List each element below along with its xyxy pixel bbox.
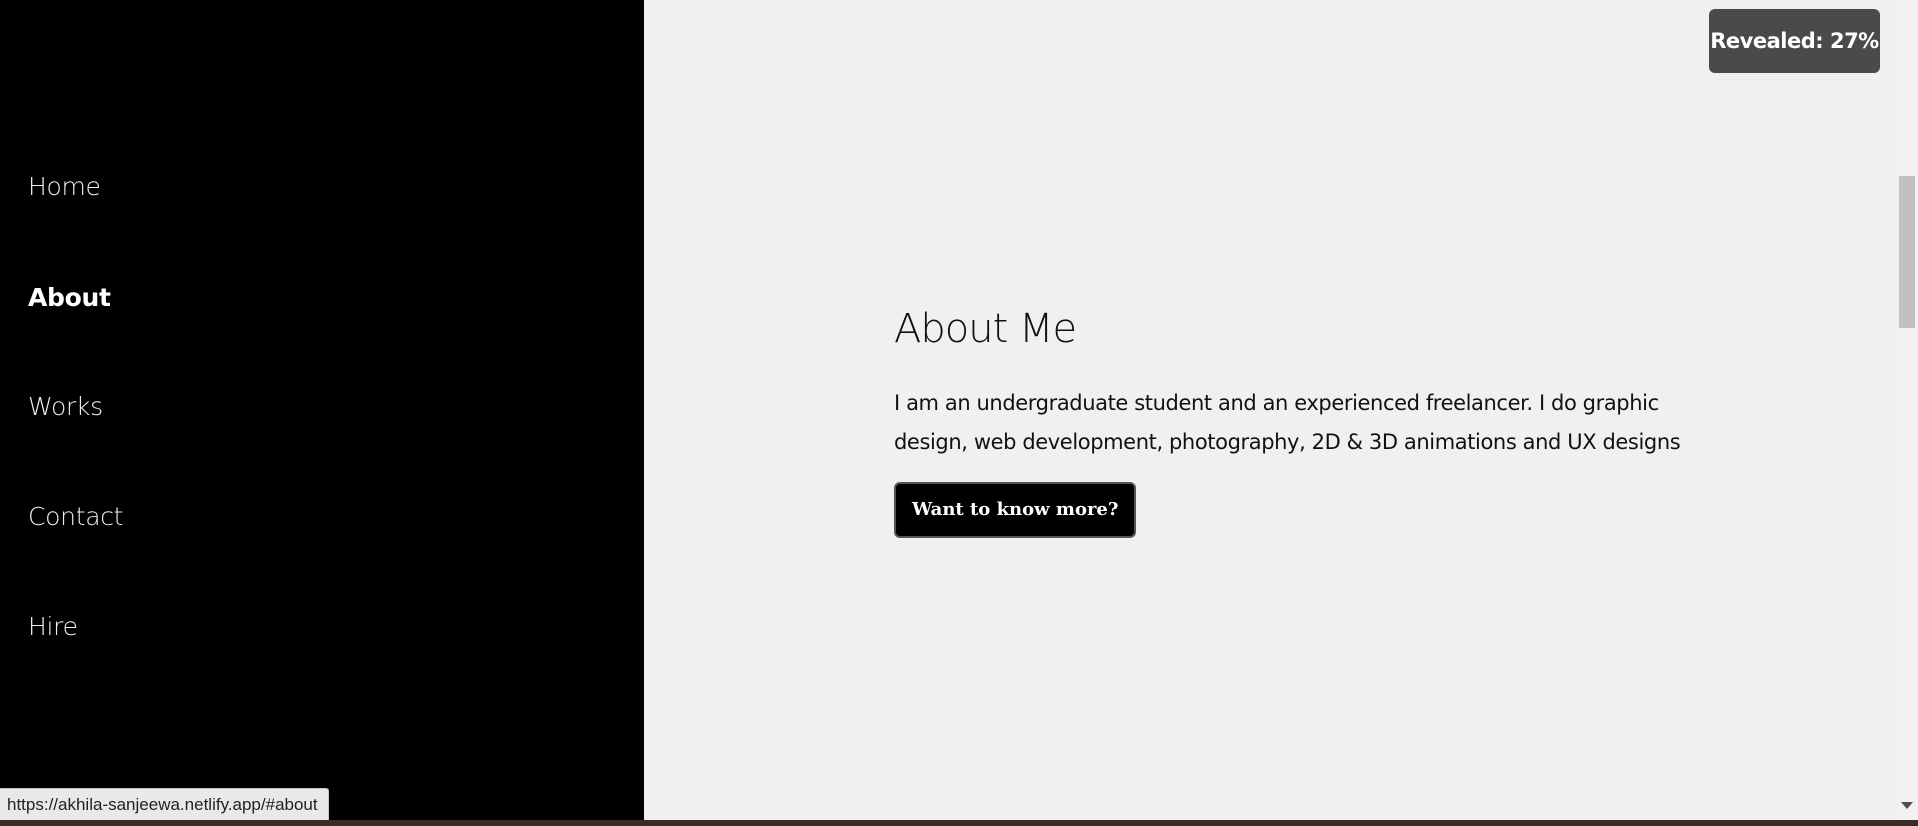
page-scrollbar[interactable] [1896,0,1918,820]
nav-item-about[interactable]: About [28,283,111,312]
know-more-button[interactable]: Want to know more? [894,482,1137,538]
scrollbar-thumb[interactable] [1899,176,1915,328]
scroll-down-arrow-icon[interactable] [1901,802,1913,809]
nav-item-works[interactable]: Works [28,392,103,421]
window-bottom-edge [0,820,1918,826]
revealed-badge: Revealed: 27% [1709,9,1880,73]
about-section: About Me I am an undergraduate student a… [644,0,1896,820]
about-heading: About Me [894,306,1077,352]
link-status-bar: https://akhila-sanjeewa.netlify.app/#abo… [0,788,329,820]
about-description: I am an undergraduate student and an exp… [894,391,1681,454]
nav-item-hire[interactable]: Hire [28,612,78,641]
sidebar-nav: Home About Works Contact Hire [0,0,644,820]
nav-item-contact[interactable]: Contact [28,502,123,531]
nav-item-home[interactable]: Home [28,172,101,201]
